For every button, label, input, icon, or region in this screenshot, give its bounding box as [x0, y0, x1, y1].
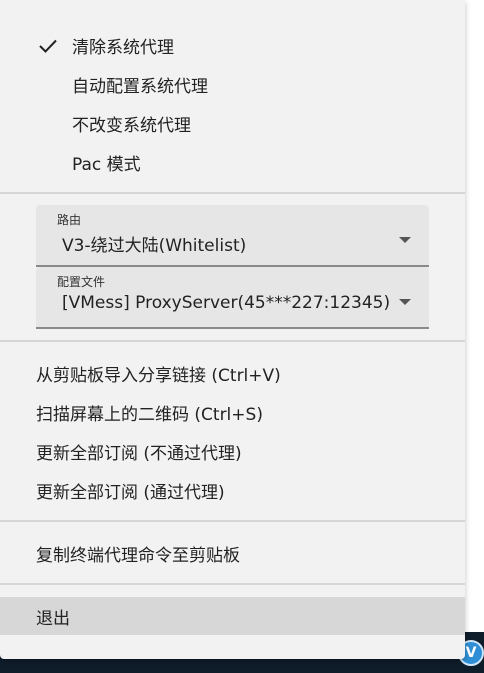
- menu-item-label: 不改变系统代理: [72, 116, 191, 136]
- menu-item-update-subs-via-proxy[interactable]: 更新全部订阅 (通过代理): [0, 471, 465, 510]
- profile-select-label: 配置文件: [57, 275, 106, 289]
- menu-item-copy-terminal-proxy-command[interactable]: 复制终端代理命令至剪贴板: [0, 534, 465, 573]
- menu-item-label: 更新全部订阅 (不通过代理): [36, 444, 242, 464]
- menu-item-pac-mode[interactable]: Pac 模式: [0, 143, 465, 182]
- menu-item-label: Pac 模式: [72, 155, 141, 175]
- menu-item-label: 清除系统代理: [72, 38, 174, 58]
- menu-item-label: 扫描屏幕上的二维码 (Ctrl+S): [36, 405, 263, 425]
- profile-select-value: [VMess] ProxyServer(45***227:12345): [62, 293, 391, 313]
- routing-select-label: 路由: [57, 213, 82, 227]
- menu-item-auto-config-system-proxy[interactable]: 自动配置系统代理: [0, 65, 465, 104]
- profile-select[interactable]: 配置文件 [VMess] ProxyServer(45***227:12345): [36, 267, 429, 329]
- menu-item-scan-qr-code[interactable]: 扫描屏幕上的二维码 (Ctrl+S): [0, 393, 465, 432]
- menu-item-exit[interactable]: 退出: [0, 597, 465, 635]
- menu-separator: [0, 340, 465, 342]
- menu-item-clear-system-proxy[interactable]: 清除系统代理: [0, 26, 465, 65]
- menu-item-update-subs-direct[interactable]: 更新全部订阅 (不通过代理): [0, 432, 465, 471]
- routing-select[interactable]: 路由 V3-绕过大陆(Whitelist): [36, 205, 429, 267]
- check-icon: [38, 26, 58, 65]
- menu-item-keep-system-proxy[interactable]: 不改变系统代理: [0, 104, 465, 143]
- tray-context-menu: 清除系统代理 自动配置系统代理 不改变系统代理 Pac 模式 路由 V3-绕过大…: [0, 0, 465, 659]
- menu-item-label: 自动配置系统代理: [72, 77, 208, 97]
- routing-select-value: V3-绕过大陆(Whitelist): [62, 236, 247, 256]
- menu-separator: [0, 583, 465, 585]
- menu-separator: [0, 192, 465, 194]
- dropdown-arrow-icon: [399, 299, 411, 305]
- menu-separator: [0, 520, 465, 522]
- menu-item-label: 更新全部订阅 (通过代理): [36, 483, 225, 503]
- menu-item-import-from-clipboard[interactable]: 从剪贴板导入分享链接 (Ctrl+V): [0, 354, 465, 393]
- desktop-background: [464, 0, 484, 673]
- menu-item-label: 从剪贴板导入分享链接 (Ctrl+V): [36, 366, 281, 386]
- menu-item-label: 退出: [36, 608, 70, 629]
- dropdown-arrow-icon: [399, 237, 411, 243]
- menu-item-label: 复制终端代理命令至剪贴板: [36, 546, 240, 566]
